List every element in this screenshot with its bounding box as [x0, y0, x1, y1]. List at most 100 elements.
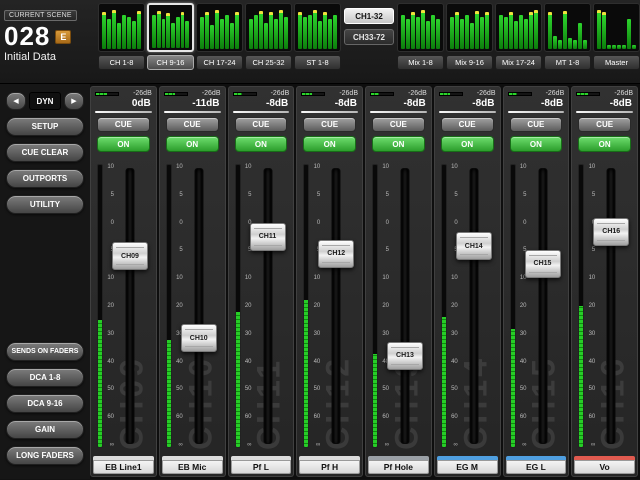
scene-number: 028	[4, 23, 50, 50]
bank-button-ch1-32[interactable]: CH1-32	[344, 8, 394, 24]
cue-button[interactable]: CUE	[510, 117, 563, 132]
fader-knob[interactable]: CH10	[181, 324, 217, 352]
fader-knob[interactable]: CH12	[318, 240, 354, 268]
meter-bank-tab[interactable]: Mix 1-8	[397, 55, 444, 70]
meter-block[interactable]: Master	[593, 3, 640, 81]
meter-bank-tab[interactable]: ST 1-8	[294, 55, 341, 70]
cue-button[interactable]: CUE	[441, 117, 494, 132]
meter-block[interactable]: Mix 1-8	[397, 3, 444, 81]
sends-on-faders-button[interactable]: SENDS ON FADERS	[6, 342, 84, 361]
meter-bar	[578, 23, 582, 49]
on-button[interactable]: ON	[578, 136, 631, 152]
meter-bank-tab[interactable]: CH 1-8	[98, 55, 145, 70]
outports-button[interactable]: OUTPORTS	[6, 169, 84, 188]
dynamics-meter-fill	[302, 93, 312, 95]
fader-track[interactable]: CH16	[598, 160, 624, 452]
meter-bar	[426, 21, 430, 49]
channel-name-tag[interactable]: EG L	[506, 460, 567, 474]
fader-scale-label: 50	[449, 386, 460, 392]
fader-track[interactable]: CH09	[117, 160, 143, 452]
fader-knob-label: CH16	[602, 228, 620, 235]
fader-track[interactable]: CH13	[392, 160, 418, 452]
fader-knob[interactable]: CH15	[525, 250, 561, 278]
on-button[interactable]: ON	[97, 136, 150, 152]
cue-button[interactable]: CUE	[97, 117, 150, 132]
channel-name-tag[interactable]: Pf L	[231, 460, 292, 474]
meter-block[interactable]: CH 9-16	[147, 3, 194, 81]
cue-button[interactable]: CUE	[372, 117, 425, 132]
cue-button[interactable]: CUE	[166, 117, 219, 132]
peak-threshold-value: -26dB	[202, 90, 221, 97]
fader-knob[interactable]: CH16	[593, 218, 629, 246]
cue-clear-button[interactable]: CUE CLEAR	[6, 143, 84, 162]
meter-bank-tab[interactable]: MT 1-8	[544, 55, 591, 70]
channel-name-tag[interactable]: EB Mic	[162, 460, 223, 474]
channel-name-tag[interactable]: Pf Hole	[368, 460, 429, 474]
meter-bar	[583, 40, 587, 49]
dca-1-8-button[interactable]: DCA 1-8	[6, 368, 84, 387]
meter-block[interactable]: CH 25-32	[245, 3, 292, 81]
fader-area: CH10 10505102030405060∞ CH10	[160, 156, 225, 456]
on-button[interactable]: ON	[303, 136, 356, 152]
on-button[interactable]: ON	[441, 136, 494, 152]
meter-bank-tab[interactable]: Mix 9-16	[446, 55, 493, 70]
meter-bank-tab[interactable]: CH 9-16	[147, 55, 194, 70]
strip-header: -26dB	[229, 87, 294, 98]
fader-knob[interactable]: CH13	[387, 342, 423, 370]
channel-name-tag[interactable]: EG M	[437, 460, 498, 474]
meter-bar	[323, 12, 327, 49]
channel-name-tag[interactable]: Vo	[574, 460, 635, 474]
meter-bank-tab[interactable]: Master	[593, 55, 640, 70]
channel-strip: -26dB -8dB CUE ON CH12 10505102030405060…	[296, 86, 363, 477]
prev-arrow-button[interactable]: ◀	[6, 92, 26, 110]
fader-track[interactable]: CH14	[461, 160, 487, 452]
fader-scale-label: 20	[243, 303, 254, 309]
fader-track[interactable]: CH12	[323, 160, 349, 452]
fader-db-value: -8dB	[572, 98, 637, 110]
meter-bar	[632, 45, 636, 49]
meter-block[interactable]: CH 1-8	[98, 3, 145, 81]
gain-button[interactable]: GAIN	[6, 420, 84, 439]
meter-bank-tab[interactable]: Mix 17-24	[495, 55, 542, 70]
meter-bar	[431, 15, 435, 49]
cue-button[interactable]: CUE	[303, 117, 356, 132]
fader-scale-label: 5	[105, 192, 116, 198]
channel-name-tag[interactable]: EB Line1	[93, 460, 154, 474]
meter-bar	[622, 45, 626, 49]
meter-block[interactable]: MT 1-8	[544, 3, 591, 81]
on-button[interactable]: ON	[510, 136, 563, 152]
on-button[interactable]: ON	[166, 136, 219, 152]
meter-block[interactable]: CH 17-24	[196, 3, 243, 81]
cue-button[interactable]: CUE	[578, 117, 631, 132]
meter-bank-tab[interactable]: CH 25-32	[245, 55, 292, 70]
fader-knob[interactable]: CH14	[456, 232, 492, 260]
meter-bridge: CH 1-8 CH 9-16 CH 17-24 CH 25-32 ST 1-8 …	[98, 3, 640, 81]
cue-button[interactable]: CUE	[235, 117, 288, 132]
on-button[interactable]: ON	[372, 136, 425, 152]
meter-bar	[504, 17, 508, 49]
channel-name-tag[interactable]: Pf H	[299, 460, 360, 474]
dyn-mode-button[interactable]: DYN	[29, 92, 61, 110]
fader-knob[interactable]: CH09	[112, 242, 148, 270]
meter-block[interactable]: ST 1-8	[294, 3, 341, 81]
on-button[interactable]: ON	[235, 136, 288, 152]
bank-button-ch33-72[interactable]: CH33-72	[344, 29, 394, 45]
meter-bar	[602, 12, 606, 49]
utility-button[interactable]: UTILITY	[6, 195, 84, 214]
meter-bar	[421, 10, 425, 49]
dca-9-16-button[interactable]: DCA 9-16	[6, 394, 84, 413]
scene-panel[interactable]: CURRENT SCENE 028 E Initial Data	[4, 3, 94, 81]
next-arrow-button[interactable]: ▶	[64, 92, 84, 110]
meter-block[interactable]: Mix 17-24	[495, 3, 542, 81]
fader-track[interactable]: CH15	[530, 160, 556, 452]
fader-knob[interactable]: CH11	[250, 223, 286, 251]
setup-button[interactable]: SETUP	[6, 117, 84, 136]
channel-strip: -26dB -8dB CUE ON CH14 10505102030405060…	[434, 86, 501, 477]
fader-track[interactable]: CH10	[186, 160, 212, 452]
long-faders-button[interactable]: LONG FADERS	[6, 446, 84, 465]
meter-bank-tab[interactable]: CH 17-24	[196, 55, 243, 70]
meter-bar	[308, 15, 312, 49]
dynamics-meter-fill	[234, 93, 243, 95]
fader-track[interactable]: CH11	[255, 160, 281, 452]
meter-block[interactable]: Mix 9-16	[446, 3, 493, 81]
